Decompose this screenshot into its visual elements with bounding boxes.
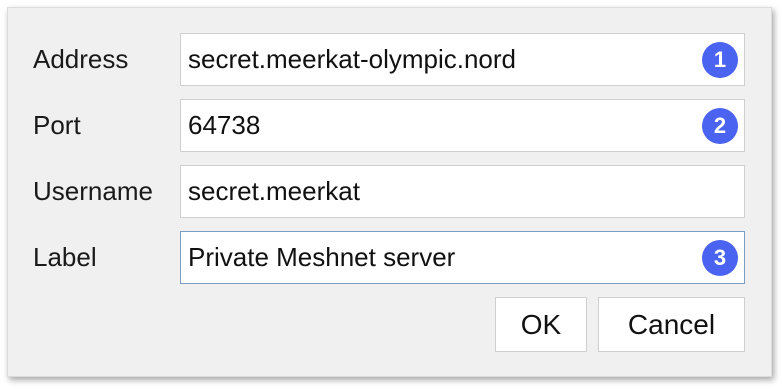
step-2-badge: 2	[702, 108, 738, 144]
address-value: secret.meerkat-olympic.nord	[188, 44, 516, 74]
port-input[interactable]: 64738 2	[180, 99, 745, 152]
label-label: Label	[33, 242, 97, 272]
username-row: Username secret.meerkat	[8, 165, 771, 218]
step-3-badge: 3	[702, 240, 738, 276]
port-row: Port 64738 2	[8, 99, 771, 152]
address-row: Address secret.meerkat-olympic.nord 1	[8, 33, 771, 86]
port-value: 64738	[188, 110, 261, 140]
username-label: Username	[33, 176, 153, 206]
step-1-badge: 1	[702, 42, 738, 78]
add-server-dialog: Address secret.meerkat-olympic.nord 1 Po…	[7, 7, 772, 377]
label-row: Label Private Meshnet server 3	[8, 231, 771, 284]
address-input[interactable]: secret.meerkat-olympic.nord 1	[180, 33, 745, 86]
username-input[interactable]: secret.meerkat	[180, 165, 745, 218]
ok-button[interactable]: OK	[495, 297, 587, 352]
port-label: Port	[33, 110, 81, 140]
address-label: Address	[33, 44, 129, 74]
label-input[interactable]: Private Meshnet server 3	[180, 231, 745, 284]
label-value: Private Meshnet server	[188, 242, 456, 272]
cancel-button[interactable]: Cancel	[598, 297, 745, 352]
username-value: secret.meerkat	[188, 176, 360, 206]
